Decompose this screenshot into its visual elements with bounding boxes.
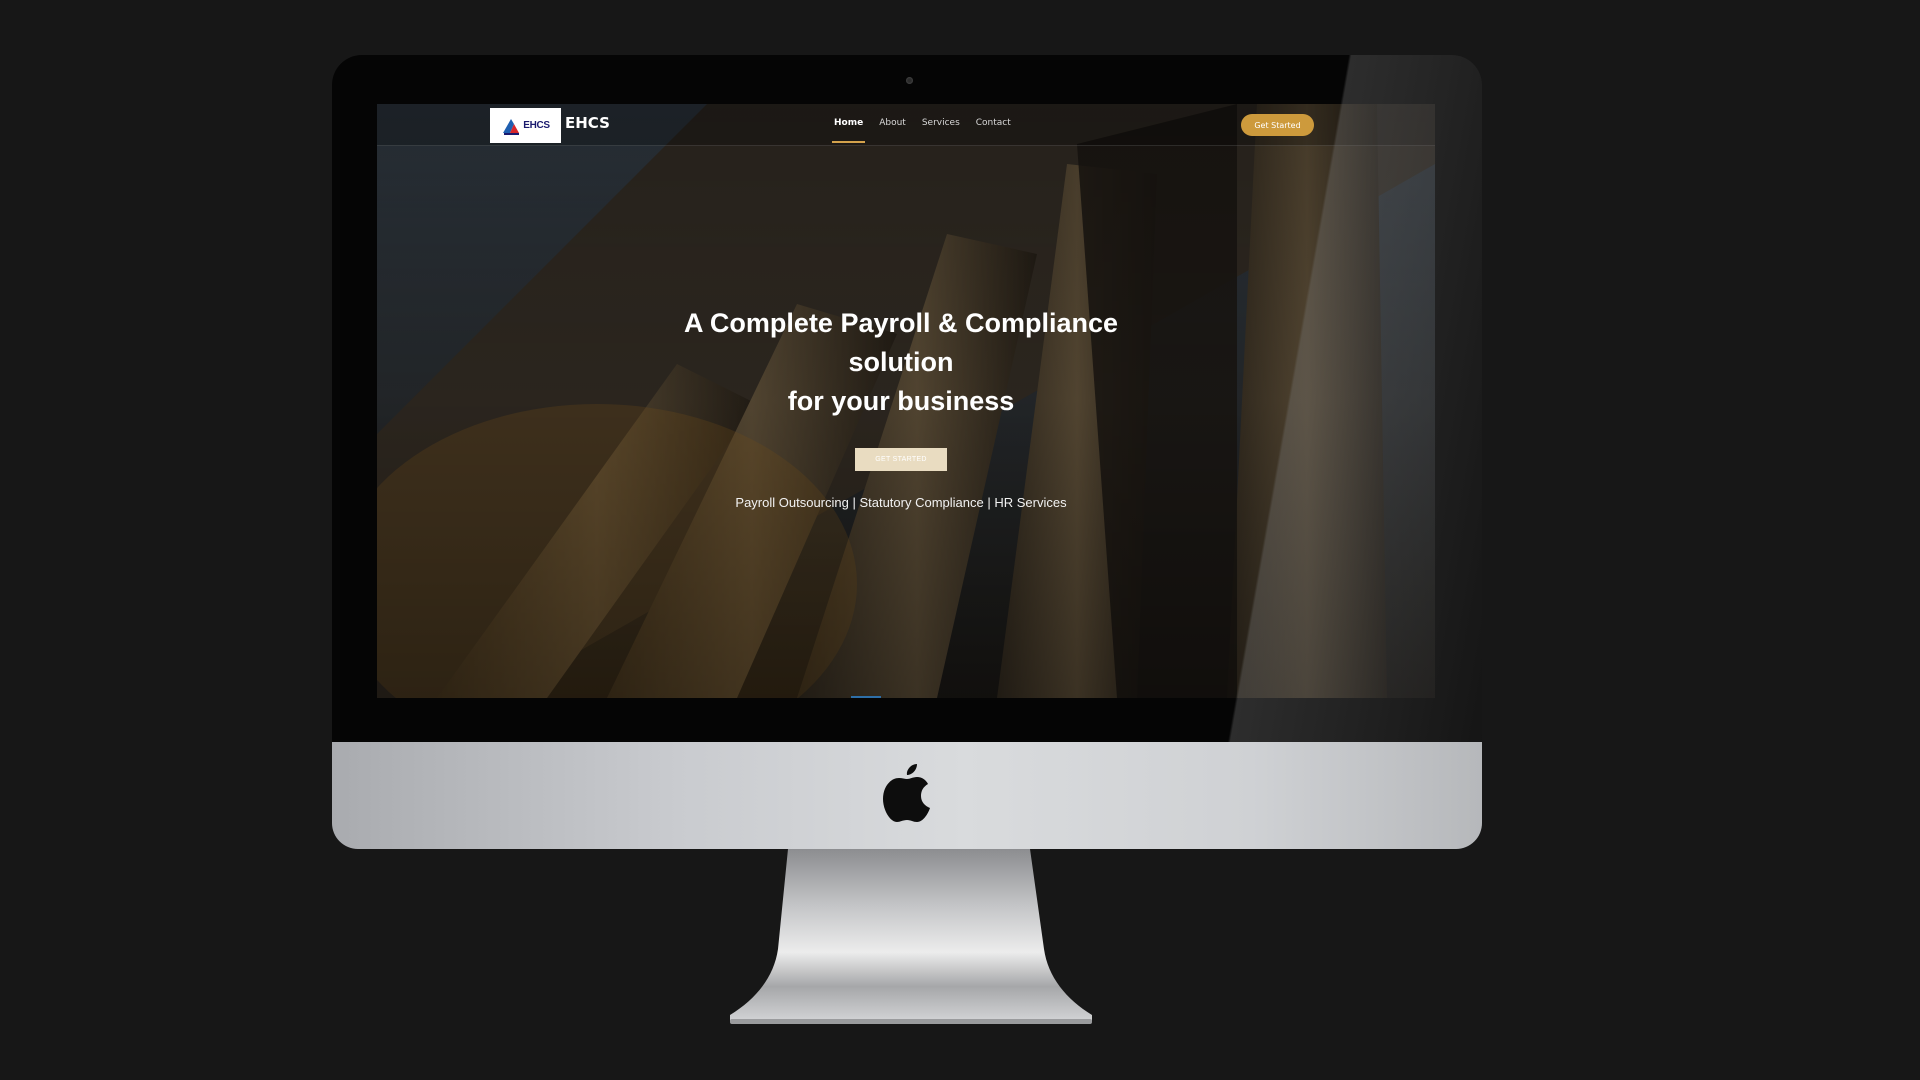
hero-section: A Complete Payroll & Compliance solution…	[377, 104, 1435, 698]
hero-title-line: solution	[848, 347, 954, 377]
imac-stand	[730, 849, 1092, 1024]
camera-icon	[906, 77, 913, 84]
hero-title: A Complete Payroll & Compliance solution…	[606, 304, 1196, 421]
website-screen: EHCS EHCS Home About Services Contact Ge…	[377, 104, 1435, 698]
hero-subtitle: Payroll Outsourcing | Statutory Complian…	[735, 495, 1067, 510]
get-started-hero-button[interactable]: GET STARTED	[855, 448, 947, 471]
apple-logo-icon	[883, 764, 930, 822]
hero-title-line: A Complete Payroll & Compliance	[683, 308, 1119, 338]
scroll-indicator	[851, 696, 881, 698]
hero-title-line: for your business	[787, 386, 1015, 416]
